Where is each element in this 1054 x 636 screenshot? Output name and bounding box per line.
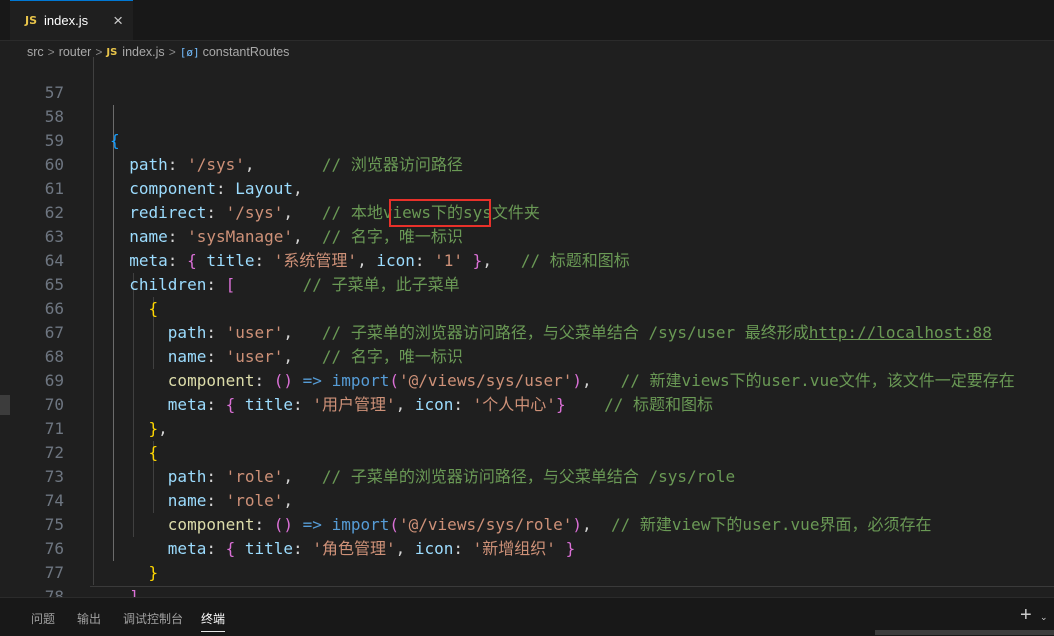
code-line: 76 } xyxy=(0,513,1054,582)
code-line: 75 meta: { title: '角色管理', icon: '新增组织' } xyxy=(0,489,1054,558)
code-line: 77 ] xyxy=(0,537,1054,597)
code-line: 68 component: () => import('@/views/sys/… xyxy=(0,321,1054,390)
tab-terminal[interactable]: 终端 xyxy=(201,610,225,627)
code-line: 58 { xyxy=(0,81,1054,150)
editor-tab-index-js[interactable]: JS index.js × xyxy=(10,0,133,40)
editor-tab-bar: JS index.js × xyxy=(0,0,1054,41)
tab-problems[interactable]: 问题 xyxy=(31,610,55,627)
code-line: 64 children: [ // 子菜单，此子菜单 xyxy=(0,225,1054,294)
javascript-file-icon: JS xyxy=(25,14,38,27)
code-line: 61 redirect: '/sys', // 本地views下的sys文件夹 xyxy=(0,153,1054,222)
annotation-highlight-box xyxy=(389,199,491,227)
active-tab-indicator xyxy=(201,631,225,632)
tab-label: index.js xyxy=(44,13,89,28)
code-line: 59 path: '/sys', // 浏览器访问路径 xyxy=(0,105,1054,174)
code-line: 66 path: 'user', // 子菜单的浏览器访问路径，与父菜单结合 /… xyxy=(0,273,1054,342)
panel-divider xyxy=(90,586,1054,587)
code-line: 73 name: 'role', xyxy=(0,441,1054,510)
horizontal-scrollbar[interactable] xyxy=(875,630,1054,635)
sash-handle[interactable] xyxy=(0,395,10,415)
code-line: 69 meta: { title: '用户管理', icon: '个人中心'} … xyxy=(0,345,1054,414)
code-line: 65 { xyxy=(0,249,1054,318)
chevron-down-icon[interactable]: ⌄ xyxy=(1040,612,1048,623)
code-line: 63 meta: { title: '系统管理', icon: '1' }, /… xyxy=(0,201,1054,270)
close-icon[interactable]: × xyxy=(113,12,123,29)
code-line: 60 component: Layout, xyxy=(0,129,1054,198)
tab-output[interactable]: 输出 xyxy=(77,610,101,627)
code-line: 57 xyxy=(0,57,1054,102)
code-line: 72 path: 'role', // 子菜单的浏览器访问路径，与父菜单结合 /… xyxy=(0,417,1054,486)
add-terminal-icon[interactable]: + xyxy=(1020,605,1032,625)
code-line: 62 name: 'sysManage', // 名字，唯一标识 xyxy=(0,177,1054,246)
code-line: 67 name: 'user', // 名字，唯一标识 xyxy=(0,297,1054,366)
code-line: 71 { xyxy=(0,393,1054,462)
code-editor[interactable]: 57 58 { 59 path: '/sys', // 浏览器访问路径 60 c… xyxy=(0,57,1054,597)
javascript-file-icon: JS xyxy=(106,46,118,58)
code-line: 78 }, xyxy=(0,561,1054,597)
code-line: 70 }, xyxy=(0,369,1054,438)
code-line: 74 component: () => import('@/views/sys/… xyxy=(0,465,1054,534)
tab-debug-console[interactable]: 调试控制台 xyxy=(123,610,183,627)
